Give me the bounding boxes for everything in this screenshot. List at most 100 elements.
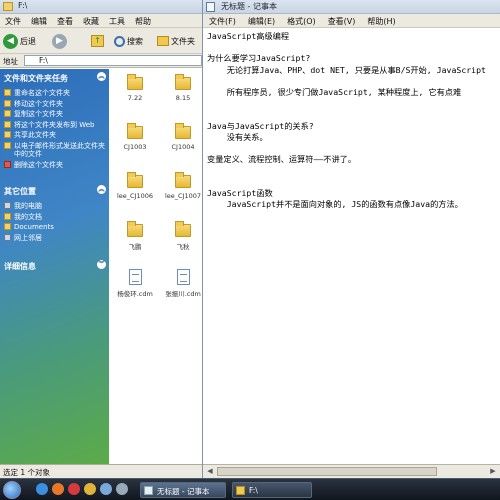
search-icon xyxy=(114,35,125,47)
folder-shortcut-icon[interactable] xyxy=(84,483,96,495)
text-line: ​ xyxy=(207,109,496,120)
scroll-thumb[interactable] xyxy=(217,467,437,476)
text-line: ​ xyxy=(207,177,496,188)
back-label: 后退 xyxy=(20,36,36,46)
file-item[interactable]: CJ1003 xyxy=(113,123,157,151)
share-icon xyxy=(4,131,11,138)
computer-icon xyxy=(4,202,11,209)
task-rename-folder[interactable]: 重命名这个文件夹 xyxy=(0,88,109,99)
notepad-titlebar[interactable]: 无标题 - 记事本 xyxy=(203,0,500,14)
menu-edit[interactable]: 编辑 xyxy=(26,14,52,29)
up-folder-button[interactable]: ↑ xyxy=(91,33,104,49)
menu-tools[interactable]: 工具 xyxy=(104,14,130,29)
other-places-title: 其它位置 xyxy=(4,187,36,196)
collapse-chevron-icon[interactable]: ︽ xyxy=(97,185,106,194)
text-line: 所有程序员, 很少专门做JavaScript, 某种程度上, 它有点难 xyxy=(207,87,462,98)
menu-format[interactable]: 格式(O) xyxy=(281,14,322,29)
text-line: 为什么要学习JavaScript? xyxy=(207,53,311,64)
document-icon xyxy=(176,269,190,285)
horizontal-scrollbar[interactable]: ◀ ▶ xyxy=(203,464,500,478)
menu-file[interactable]: 文件(F) xyxy=(203,14,242,29)
media-icon[interactable] xyxy=(52,483,64,495)
folder-icon xyxy=(175,221,191,237)
notepad-menubar: 文件(F) 编辑(E) 格式(O) 查看(V) 帮助(H) xyxy=(203,14,500,28)
place-network[interactable]: 网上邻居 xyxy=(0,233,109,244)
place-label: Documents xyxy=(14,223,54,231)
folders-label: 文件夹 xyxy=(171,36,195,46)
file-tasks-header[interactable]: 文件和文件夹任务 ︽ xyxy=(0,69,109,88)
file-item[interactable]: CJ1004 xyxy=(161,123,205,151)
app-icon[interactable] xyxy=(116,483,128,495)
place-documents[interactable]: Documents xyxy=(0,222,109,233)
folder-icon xyxy=(4,223,11,230)
explorer-titlebar[interactable]: F:\ xyxy=(0,0,204,14)
app-icon[interactable] xyxy=(68,483,80,495)
publish-icon xyxy=(4,120,11,128)
menu-help[interactable]: 帮助 xyxy=(130,14,156,29)
text-line: ​ xyxy=(207,42,496,53)
task-copy-folder[interactable]: 复制这个文件夹 xyxy=(0,109,109,120)
file-item[interactable]: 飞鹏 xyxy=(113,221,157,251)
other-places-header[interactable]: 其它位置 ︽ xyxy=(0,182,109,201)
file-item[interactable]: lee_CJ1006 xyxy=(113,172,157,200)
folder-icon xyxy=(175,74,191,90)
menu-file[interactable]: 文件 xyxy=(0,14,26,29)
explorer-toolbar: ◀ 后退 ▶ ↑ 搜索 文件夹 xyxy=(0,28,204,54)
task-move-folder[interactable]: 移动这个文件夹 xyxy=(0,99,109,110)
notepad-editor[interactable]: JavaScript高级编程​为什么要学习JavaScript? 无论打算Jav… xyxy=(203,29,500,464)
file-item[interactable]: 8.15 xyxy=(161,74,205,102)
start-button[interactable] xyxy=(3,481,21,499)
menu-help[interactable]: 帮助(H) xyxy=(361,14,401,29)
browser-icon[interactable] xyxy=(36,483,48,495)
place-my-computer[interactable]: 我的电脑 xyxy=(0,201,109,212)
task-share-folder[interactable]: 共享此文件夹 xyxy=(0,130,109,141)
taskbar-notepad-button[interactable]: 无标题 - 记事本 xyxy=(140,482,226,498)
text-line: ​ xyxy=(207,165,496,176)
scroll-right-icon[interactable]: ▶ xyxy=(488,467,498,476)
forward-button[interactable]: ▶ xyxy=(52,33,67,49)
menu-view[interactable]: 查看 xyxy=(52,14,78,29)
task-publish-web[interactable]: 将这个文件夹发布到 Web xyxy=(0,120,109,131)
scroll-left-icon[interactable]: ◀ xyxy=(205,467,215,476)
taskbar: 无标题 - 记事本 F:\ xyxy=(0,478,500,500)
file-name: 张振川.cdm xyxy=(165,290,201,298)
notepad-title: 无标题 - 记事本 xyxy=(221,2,277,11)
file-item[interactable]: 杨俊环.cdm xyxy=(113,269,157,298)
file-item[interactable]: 张振川.cdm xyxy=(161,269,205,298)
place-label: 我的文档 xyxy=(14,212,42,221)
back-arrow-icon: ◀ xyxy=(3,33,18,49)
task-delete-folder[interactable]: 删除这个文件夹 xyxy=(0,160,109,171)
task-label: 以电子邮件形式发送此文件夹中的文件 xyxy=(14,141,105,159)
explorer-window: F:\ 文件 编辑 查看 收藏 工具 帮助 ◀ 后退 ▶ ↑ 搜索 文件夹 地址 F:\ … xyxy=(0,0,204,478)
address-bar: 地址 F:\ xyxy=(0,54,204,68)
search-button[interactable]: 搜索 xyxy=(114,33,143,49)
delete-icon xyxy=(4,160,11,168)
status-bar: 选定 1 个对象 xyxy=(0,464,204,478)
document-icon xyxy=(128,269,142,285)
folder-icon xyxy=(175,123,191,139)
menu-edit[interactable]: 编辑(E) xyxy=(242,14,281,29)
file-item[interactable]: 飞秋 xyxy=(161,221,205,251)
file-tasks-title: 文件和文件夹任务 xyxy=(4,74,68,83)
menu-view[interactable]: 查看(V) xyxy=(322,14,362,29)
collapse-chevron-icon[interactable]: ︽ xyxy=(97,72,106,81)
address-input[interactable]: F:\ xyxy=(24,55,202,66)
taskbar-explorer-button[interactable]: F:\ xyxy=(232,482,312,498)
text-line: JavaScript并不是面向对象的, JS的函数有点像Java的方法。 xyxy=(207,199,463,210)
file-item[interactable]: lee_CJ1007 xyxy=(161,172,205,200)
details-header[interactable]: 详细信息 ︾ xyxy=(0,257,109,276)
folders-icon xyxy=(157,36,169,46)
expand-chevron-icon[interactable]: ︾ xyxy=(97,260,106,269)
place-my-documents[interactable]: 我的文档 xyxy=(0,212,109,223)
back-button[interactable]: ◀ 后退 xyxy=(3,33,36,49)
task-email-files[interactable]: 以电子邮件形式发送此文件夹中的文件 xyxy=(0,141,109,160)
menu-favorites[interactable]: 收藏 xyxy=(78,14,104,29)
file-name: 飞鹏 xyxy=(128,243,142,251)
app-icon[interactable] xyxy=(100,483,112,495)
file-name: CJ1003 xyxy=(123,143,147,151)
folders-button[interactable]: 文件夹 xyxy=(157,33,195,49)
text-line: 没有关系。 xyxy=(207,131,268,142)
file-item[interactable]: 7.22 xyxy=(113,74,157,102)
taskbar-button-label: F:\ xyxy=(249,486,258,495)
email-icon xyxy=(4,141,11,149)
